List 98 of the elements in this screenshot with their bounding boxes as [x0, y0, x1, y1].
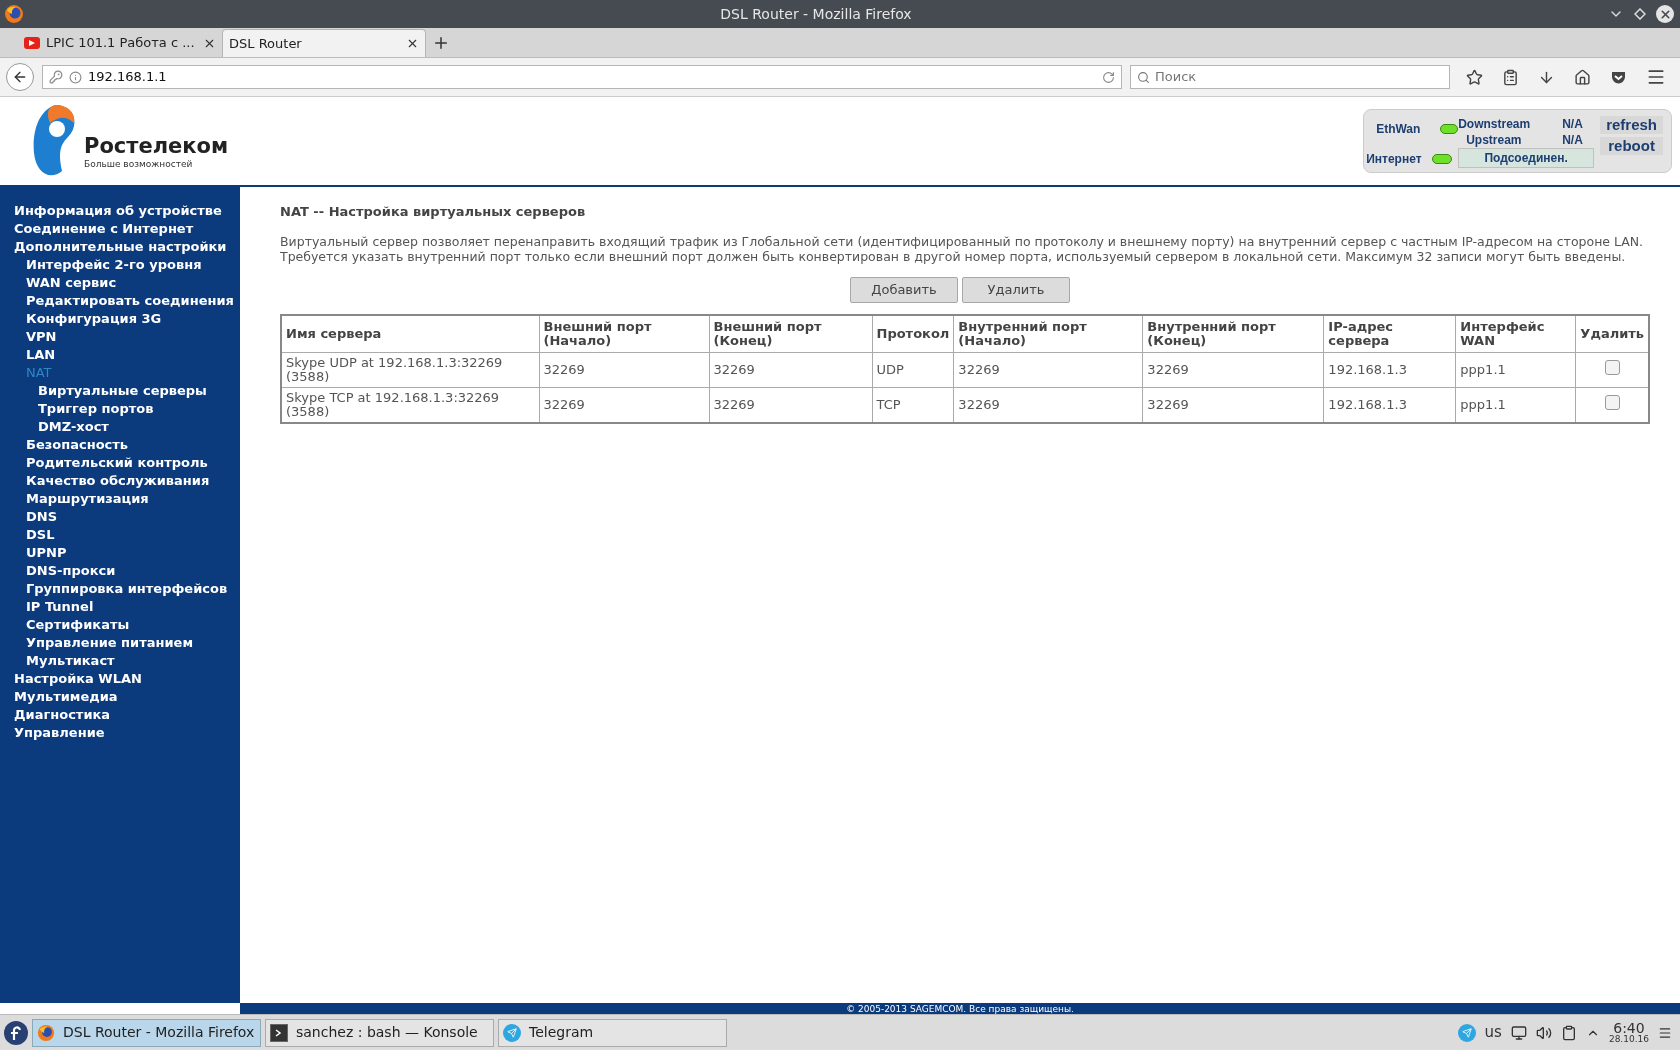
clock-date: 28.10.16 [1608, 1035, 1649, 1044]
sidebar-item[interactable]: Управление питанием [26, 634, 193, 652]
taskbar-task[interactable]: Telegram [498, 1018, 727, 1047]
table-cell: 32269 [1142, 352, 1324, 388]
clipboard-icon[interactable] [1560, 1024, 1577, 1041]
sidebar-item[interactable]: DNS [26, 508, 58, 526]
column-header: Интерфейс WAN [1455, 314, 1576, 353]
keyboard-layout[interactable]: us [1484, 1021, 1502, 1044]
description-text: Виртуальный сервер позволяет перенаправить входящий трафик из Глобальной сети (идентифицированный по протоколу и внешнему порту) на внутренний сервер с частным IP-адресом на стороне LAN. [280, 233, 1645, 249]
firefox-icon [4, 4, 24, 24]
sidebar-item[interactable]: Сертификаты [26, 616, 130, 634]
browser-tab[interactable]: DSL Router [222, 29, 426, 57]
sidebar-item[interactable]: Качество обслуживания [26, 472, 210, 490]
column-header: Внутренний порт (Начало) [953, 314, 1143, 353]
page-title: NAT -- Настройка виртуальных серверов [280, 203, 587, 221]
sidebar-item[interactable]: Интерфейс 2-го уровня [26, 256, 202, 274]
search-field[interactable]: Поиск [1130, 65, 1450, 89]
column-header: Имя сервера [281, 314, 539, 353]
table-cell: Skype UDP at 192.168.1.3:32269 (3588) [281, 352, 539, 388]
sidebar-item[interactable]: Триггер портов [38, 400, 154, 418]
search-icon [1137, 70, 1150, 84]
sidebar-item[interactable]: Безопасность [26, 436, 129, 454]
window-title: DSL Router - Mozilla Firefox [720, 4, 912, 24]
downstream-value: N/A [1562, 116, 1584, 132]
delete-checkbox[interactable] [1604, 394, 1620, 410]
sidebar-item[interactable]: VPN [26, 328, 57, 346]
ethwan-label: EthWan [1376, 121, 1421, 138]
sidebar-item[interactable]: Виртуальные серверы [38, 382, 207, 400]
upstream-value: N/A [1562, 132, 1584, 148]
sidebar-item[interactable]: Группировка интерфейсов [26, 580, 228, 598]
reload-icon[interactable] [1102, 70, 1115, 84]
column-header: Протокол [872, 314, 954, 353]
close-icon[interactable] [1656, 5, 1674, 23]
table-cell: ppp1.1 [1455, 352, 1576, 388]
volume-icon[interactable] [1535, 1024, 1552, 1041]
maximize-icon[interactable] [1634, 8, 1646, 20]
sidebar-item[interactable]: Диагностика [14, 706, 111, 724]
sidebar-item[interactable]: Мультимедиа [14, 688, 118, 706]
table-cell: 32269 [539, 352, 709, 388]
connection-status: Подсоединен. [1458, 148, 1595, 168]
sidebar-item[interactable]: LAN [26, 346, 56, 364]
sidebar-item[interactable]: UPNP [26, 544, 67, 562]
address-field[interactable]: 192.168.1.1 [42, 65, 1122, 89]
table-cell: 192.168.1.3 [1323, 352, 1456, 388]
delete-checkbox[interactable] [1604, 359, 1620, 375]
browser-tab[interactable]: LPIC 101.1 Работа с ... [18, 29, 222, 57]
terminal-icon [270, 1023, 288, 1042]
action-button[interactable]: Удалить [962, 276, 1070, 303]
internet-label: Интернет [1366, 151, 1422, 168]
telegram-icon [503, 1023, 521, 1042]
table-cell: UDP [872, 352, 954, 388]
key-icon [49, 70, 63, 84]
network-icon[interactable] [1510, 1024, 1527, 1041]
copyright-text: © 2005-2013 SAGEMCOM. Все права защищены. [846, 1003, 1074, 1014]
column-header: Внутренний порт (Конец) [1142, 314, 1324, 353]
table-cell: 32269 [953, 352, 1143, 388]
home-icon[interactable] [1574, 68, 1591, 86]
info-icon[interactable] [69, 70, 82, 84]
column-header: Внешний порт (Конец) [709, 314, 872, 353]
sidebar-item[interactable]: Соединение с Интернет [14, 220, 194, 238]
back-button[interactable] [6, 63, 34, 91]
column-header: IP-адрес сервера [1323, 314, 1456, 353]
bookmarks-list-icon[interactable] [1502, 68, 1519, 86]
sidebar-item[interactable]: Дополнительные настройки [14, 238, 227, 256]
panel-menu-icon[interactable] [1658, 1025, 1672, 1040]
downstream-label: Downstream [1458, 116, 1532, 132]
logo-tagline: Больше возможностей [84, 157, 194, 171]
start-menu-icon[interactable] [4, 1020, 28, 1045]
bookmark-star-icon[interactable] [1466, 68, 1483, 86]
sidebar-item[interactable]: DSL [26, 526, 55, 544]
sidebar-item[interactable]: Мультикаст [26, 652, 115, 670]
taskbar-task[interactable]: DSL Router - Mozilla Firefox [32, 1018, 261, 1047]
header-button[interactable]: reboot [1600, 137, 1663, 155]
sidebar-item[interactable]: IP Tunnel [26, 598, 94, 616]
sidebar-item[interactable]: Редактировать соединения [26, 292, 234, 310]
taskbar-task[interactable]: sanchez : bash — Konsole [265, 1018, 494, 1047]
upstream-label: Upstream [1465, 132, 1523, 148]
firefox-icon [37, 1023, 55, 1042]
sidebar-item[interactable]: WAN сервис [26, 274, 117, 292]
description-text: Требуется указать внутренний порт только если внешний порт должен быть конвертирован в другой номер порта, используемый сервером в локальной сети. Максимум 32 записи могут быть введены. [280, 248, 1627, 264]
action-button[interactable]: Добавить [850, 276, 958, 303]
sidebar-item[interactable]: Информация об устройстве [14, 202, 222, 220]
sidebar-item[interactable]: Родительский контроль [26, 454, 208, 472]
clock-time: 6:40 [1613, 1021, 1645, 1035]
sidebar-item[interactable]: DNS-прокси [26, 562, 116, 580]
video-icon [24, 37, 40, 49]
sidebar-item[interactable]: Настройка WLAN [14, 670, 142, 688]
sidebar-item[interactable]: DMZ-хост [38, 418, 109, 436]
close-tab-icon[interactable] [406, 37, 419, 50]
logo-text: Ростелеком [84, 133, 229, 158]
new-tab-icon[interactable] [432, 34, 450, 52]
column-header: Внешний порт (Начало) [539, 314, 709, 353]
sidebar-item[interactable]: Конфигурация 3G [26, 310, 162, 328]
sidebar-item[interactable]: Управление [14, 724, 105, 742]
table-cell: 32269 [709, 352, 872, 388]
menu-icon[interactable] [1646, 67, 1666, 87]
sidebar-item[interactable]: Маршрутизация [26, 490, 149, 508]
header-button[interactable]: refresh [1600, 116, 1663, 134]
